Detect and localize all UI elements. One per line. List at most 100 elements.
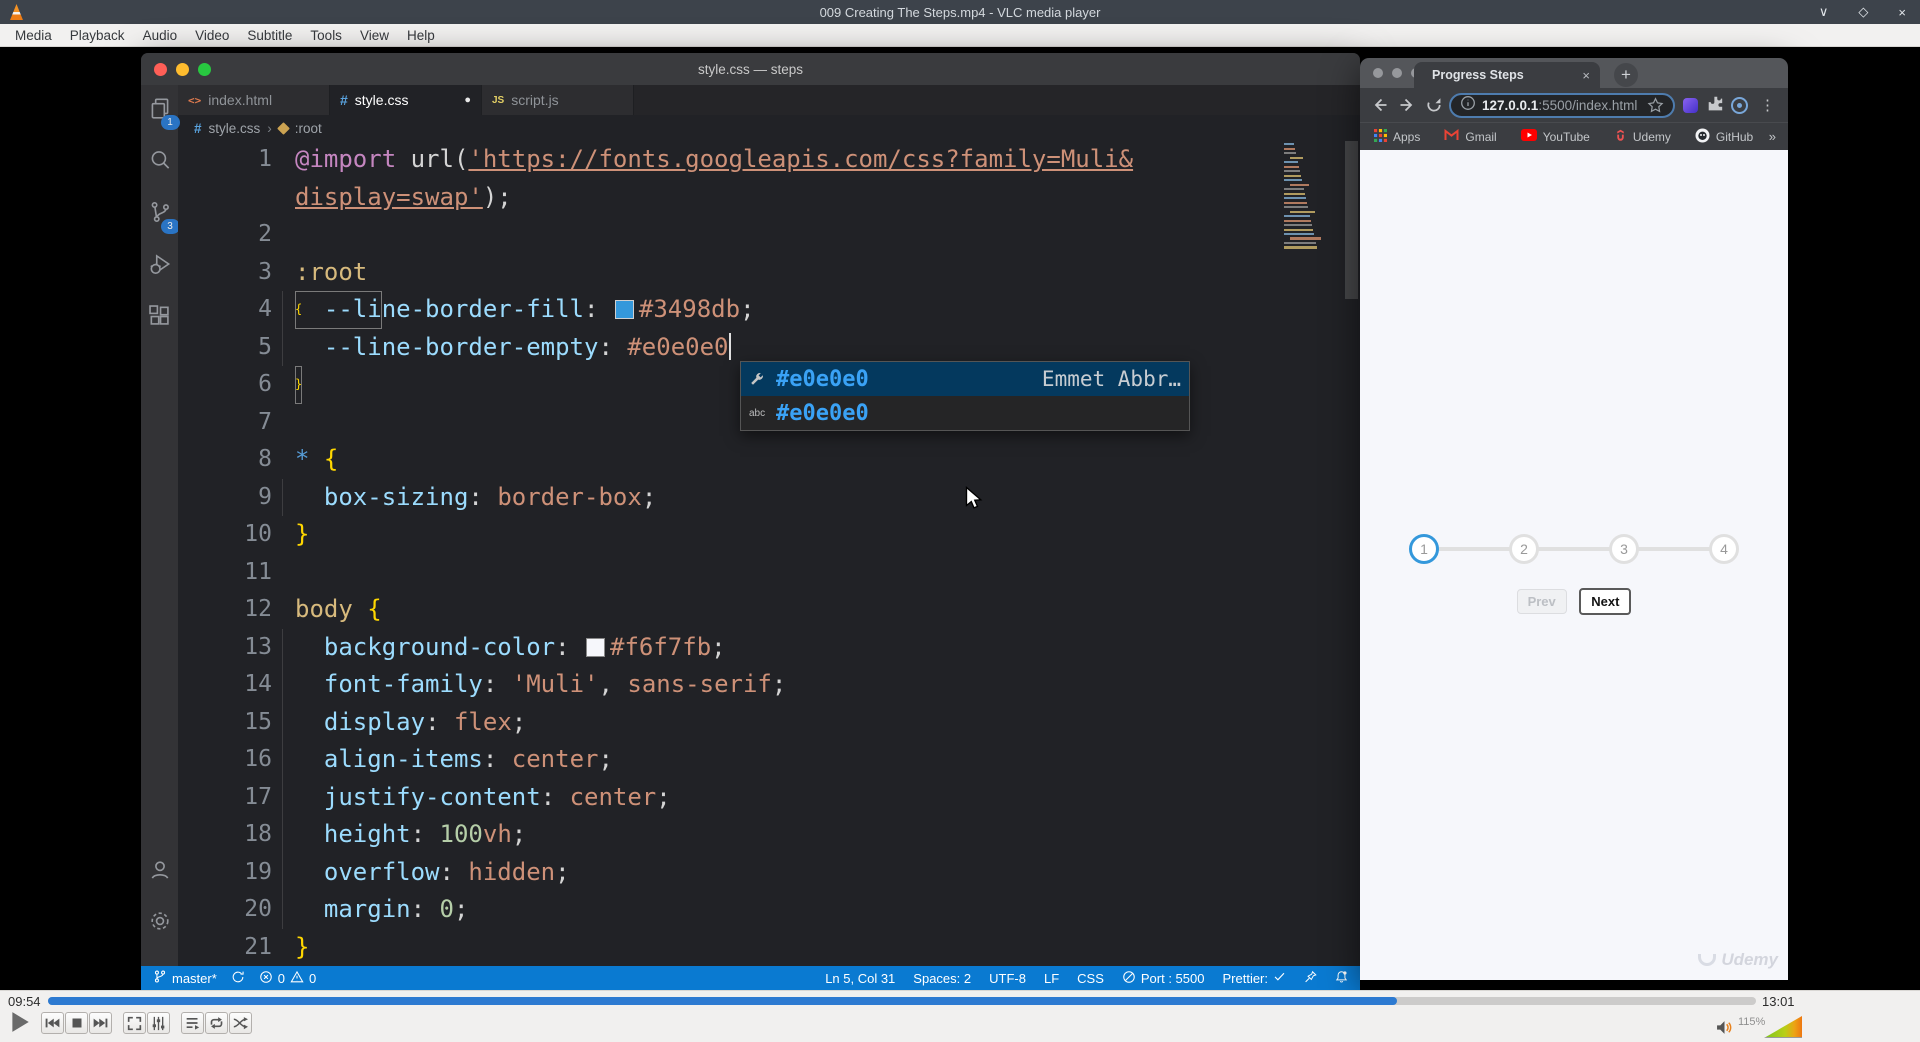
status-item-css[interactable]: CSS bbox=[1077, 971, 1104, 986]
zoom-traffic-light[interactable] bbox=[198, 62, 211, 76]
extended-settings-button[interactable] bbox=[147, 1012, 170, 1034]
browser-menu-icon[interactable]: ⋮ bbox=[1760, 96, 1775, 114]
bookmark-gmail[interactable]: Gmail bbox=[1444, 128, 1497, 144]
extensions-icon[interactable] bbox=[147, 303, 173, 334]
git-branch-status[interactable]: master* bbox=[153, 969, 217, 987]
text-cursor bbox=[728, 332, 731, 360]
recorder-extension-icon[interactable] bbox=[1731, 96, 1748, 114]
status-item-port-5500[interactable]: Port : 5500 bbox=[1122, 970, 1204, 987]
status-item-utf-8[interactable]: UTF-8 bbox=[989, 971, 1026, 986]
line-number: 1 bbox=[258, 146, 272, 172]
menu-playback[interactable]: Playback bbox=[61, 28, 134, 43]
line-number: 17 bbox=[244, 783, 272, 810]
tab-script.js[interactable]: JS script.js bbox=[482, 85, 634, 115]
code-editor[interactable]: 1 @import url('https://fonts.googleapis.c… bbox=[178, 141, 1360, 966]
tab-index.html[interactable]: <> index.html bbox=[178, 85, 330, 115]
code-token: body bbox=[295, 595, 353, 623]
source-control-icon[interactable]: 3 bbox=[147, 199, 180, 234]
menu-media[interactable]: Media bbox=[6, 28, 61, 43]
bookmark-udemy[interactable]: Udemy bbox=[1614, 129, 1671, 145]
playlist-button[interactable] bbox=[181, 1012, 204, 1034]
stop-button[interactable] bbox=[65, 1012, 88, 1034]
next-button[interactable]: Next bbox=[1579, 588, 1632, 615]
status-item-icon[interactable] bbox=[1335, 970, 1348, 987]
forward-icon[interactable] bbox=[1395, 93, 1419, 117]
maximize-button[interactable]: ◇ bbox=[1858, 4, 1868, 20]
menu-tools[interactable]: Tools bbox=[301, 28, 351, 43]
url-text[interactable]: 127.0.0.1:5500/index.html bbox=[1482, 98, 1637, 113]
video-frame[interactable]: style.css — steps 1 3 <> index.html # st… bbox=[0, 47, 1920, 990]
close-traffic-light[interactable] bbox=[154, 62, 167, 76]
vscode-body: 1 3 <> index.html # style.css ● JS scrip… bbox=[141, 85, 1360, 966]
explorer-icon[interactable]: 1 bbox=[147, 95, 180, 130]
accounts-icon[interactable] bbox=[147, 856, 173, 887]
bookmarks-overflow-icon[interactable]: » bbox=[1769, 129, 1776, 144]
seek-bar[interactable] bbox=[48, 997, 1756, 1005]
new-tab-button[interactable]: + bbox=[1614, 63, 1638, 87]
status-item-spaces-2[interactable]: Spaces: 2 bbox=[913, 971, 971, 986]
code-token: ; bbox=[555, 857, 570, 886]
bookmark-github[interactable]: GitHub bbox=[1695, 128, 1753, 146]
shuffle-button[interactable] bbox=[229, 1012, 252, 1034]
code-token: vh bbox=[482, 820, 512, 848]
bookmark-apps[interactable]: Apps bbox=[1374, 128, 1420, 145]
close-button[interactable]: × bbox=[1898, 5, 1906, 20]
code-line: 11 bbox=[178, 554, 1360, 592]
status-item-lf[interactable]: LF bbox=[1044, 971, 1059, 986]
purple-extension-icon[interactable] bbox=[1683, 97, 1698, 113]
vscode-titlebar: style.css — steps bbox=[141, 53, 1360, 85]
run-debug-icon[interactable] bbox=[147, 251, 173, 282]
suggestion-label: #e0e0e0 bbox=[776, 400, 869, 426]
status-item-ln-5-col-31[interactable]: Ln 5, Col 31 bbox=[825, 971, 895, 986]
site-info-icon[interactable] bbox=[1460, 95, 1476, 116]
breadcrumb-symbol[interactable]: :root bbox=[295, 121, 322, 136]
code-text: background-color: #f6f7fb; bbox=[272, 628, 726, 667]
breadcrumb[interactable]: # style.css › :root bbox=[178, 115, 1360, 141]
reload-icon[interactable] bbox=[1422, 93, 1446, 117]
loop-button[interactable] bbox=[205, 1012, 228, 1034]
menu-audio[interactable]: Audio bbox=[134, 28, 187, 43]
minimap[interactable] bbox=[1280, 141, 1338, 291]
status-item-icon[interactable] bbox=[1304, 970, 1317, 987]
minimize-traffic-light[interactable] bbox=[176, 62, 189, 76]
code-line: 15 display: flex; bbox=[178, 703, 1360, 742]
puzzle-extensions-icon[interactable] bbox=[1706, 94, 1724, 117]
fullscreen-button[interactable] bbox=[123, 1012, 146, 1034]
search-icon[interactable] bbox=[147, 147, 173, 178]
menu-video[interactable]: Video bbox=[186, 28, 238, 43]
window-controls: ∨ ◇ × bbox=[1819, 0, 1906, 24]
tab-style.css[interactable]: # style.css ● bbox=[330, 85, 482, 115]
browser-minimize-dot[interactable] bbox=[1392, 68, 1402, 78]
code-token: #3498db bbox=[638, 295, 741, 323]
status-item-prettier-[interactable]: Prettier: bbox=[1222, 970, 1286, 986]
volume-speaker-icon[interactable] bbox=[1716, 1020, 1733, 1040]
browser-close-dot[interactable] bbox=[1373, 68, 1383, 78]
sync-status[interactable] bbox=[231, 970, 245, 987]
tab-close-icon[interactable]: × bbox=[1582, 68, 1590, 83]
menu-help[interactable]: Help bbox=[398, 28, 444, 43]
settings-gear-icon[interactable] bbox=[147, 908, 173, 939]
breadcrumb-file[interactable]: style.css bbox=[209, 121, 261, 136]
problems-status[interactable]: 0 0 bbox=[259, 970, 316, 987]
browser-tab[interactable]: Progress Steps × bbox=[1414, 62, 1600, 88]
address-bar[interactable]: 127.0.0.1:5500/index.html bbox=[1449, 92, 1675, 118]
code-token: ; bbox=[453, 895, 469, 923]
suggest-item[interactable]: #e0e0e0 Emmet Abbr… bbox=[741, 362, 1189, 396]
volume-slider[interactable] bbox=[1764, 1016, 1802, 1038]
next-button-vlc[interactable] bbox=[89, 1012, 112, 1034]
play-button[interactable] bbox=[9, 1010, 31, 1039]
step-circle-1: 1 bbox=[1409, 534, 1439, 564]
previous-button[interactable] bbox=[41, 1012, 64, 1034]
menu-subtitle[interactable]: Subtitle bbox=[238, 28, 301, 43]
bookmark-youtube[interactable]: YouTube bbox=[1520, 129, 1590, 144]
back-icon[interactable] bbox=[1368, 93, 1392, 117]
minimize-button[interactable]: ∨ bbox=[1819, 4, 1829, 20]
udemy-watermark-text: Udemy bbox=[1721, 950, 1778, 969]
prev-button[interactable]: Prev bbox=[1516, 589, 1567, 614]
browser-tab-title: Progress Steps bbox=[1432, 68, 1524, 82]
bookmark-star-icon[interactable] bbox=[1647, 96, 1664, 114]
code-token: justify-content bbox=[323, 782, 541, 811]
editor-scrollbar[interactable] bbox=[1345, 141, 1358, 299]
suggest-item[interactable]: abc #e0e0e0 bbox=[741, 396, 1189, 430]
menu-view[interactable]: View bbox=[351, 28, 398, 43]
